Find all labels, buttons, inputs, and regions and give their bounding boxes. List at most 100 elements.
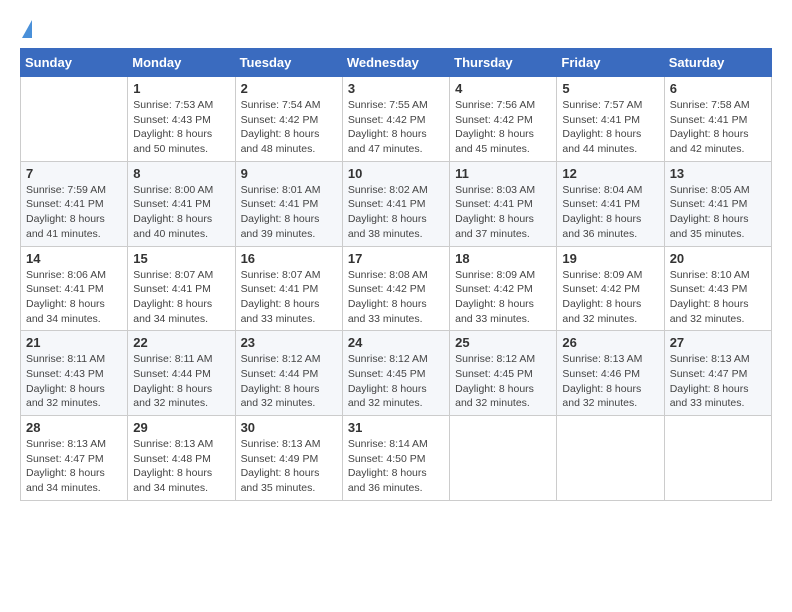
sunset-text: Sunset: 4:42 PM xyxy=(241,114,319,126)
calendar-cell: 19 Sunrise: 8:09 AM Sunset: 4:42 PM Dayl… xyxy=(557,246,664,331)
sunrise-text: Sunrise: 8:12 AM xyxy=(455,353,535,365)
sunset-text: Sunset: 4:49 PM xyxy=(241,453,319,465)
daylight-text: Daylight: 8 hours and 39 minutes. xyxy=(241,213,320,240)
sunset-text: Sunset: 4:47 PM xyxy=(670,368,748,380)
calendar-day-header: Friday xyxy=(557,49,664,77)
daylight-text: Daylight: 8 hours and 32 minutes. xyxy=(26,383,105,410)
day-info: Sunrise: 8:01 AM Sunset: 4:41 PM Dayligh… xyxy=(241,183,337,242)
day-info: Sunrise: 8:12 AM Sunset: 4:45 PM Dayligh… xyxy=(348,352,444,411)
sunrise-text: Sunrise: 7:56 AM xyxy=(455,99,535,111)
day-info: Sunrise: 7:59 AM Sunset: 4:41 PM Dayligh… xyxy=(26,183,122,242)
sunset-text: Sunset: 4:42 PM xyxy=(455,114,533,126)
daylight-text: Daylight: 8 hours and 50 minutes. xyxy=(133,128,212,155)
calendar-cell: 22 Sunrise: 8:11 AM Sunset: 4:44 PM Dayl… xyxy=(128,331,235,416)
daylight-text: Daylight: 8 hours and 36 minutes. xyxy=(348,467,427,494)
calendar-cell: 25 Sunrise: 8:12 AM Sunset: 4:45 PM Dayl… xyxy=(450,331,557,416)
day-info: Sunrise: 8:13 AM Sunset: 4:46 PM Dayligh… xyxy=(562,352,658,411)
sunrise-text: Sunrise: 8:13 AM xyxy=(133,438,213,450)
sunrise-text: Sunrise: 8:13 AM xyxy=(26,438,106,450)
daylight-text: Daylight: 8 hours and 32 minutes. xyxy=(241,383,320,410)
day-info: Sunrise: 8:11 AM Sunset: 4:43 PM Dayligh… xyxy=(26,352,122,411)
calendar-week-row: 21 Sunrise: 8:11 AM Sunset: 4:43 PM Dayl… xyxy=(21,331,772,416)
day-number: 31 xyxy=(348,420,444,435)
sunrise-text: Sunrise: 7:59 AM xyxy=(26,184,106,196)
calendar-cell: 14 Sunrise: 8:06 AM Sunset: 4:41 PM Dayl… xyxy=(21,246,128,331)
daylight-text: Daylight: 8 hours and 34 minutes. xyxy=(26,467,105,494)
day-number: 24 xyxy=(348,335,444,350)
day-number: 25 xyxy=(455,335,551,350)
day-number: 14 xyxy=(26,251,122,266)
sunrise-text: Sunrise: 8:05 AM xyxy=(670,184,750,196)
calendar-cell: 16 Sunrise: 8:07 AM Sunset: 4:41 PM Dayl… xyxy=(235,246,342,331)
day-number: 3 xyxy=(348,81,444,96)
daylight-text: Daylight: 8 hours and 33 minutes. xyxy=(455,298,534,325)
day-number: 21 xyxy=(26,335,122,350)
day-number: 26 xyxy=(562,335,658,350)
day-info: Sunrise: 8:10 AM Sunset: 4:43 PM Dayligh… xyxy=(670,268,766,327)
day-number: 29 xyxy=(133,420,229,435)
calendar-cell: 4 Sunrise: 7:56 AM Sunset: 4:42 PM Dayli… xyxy=(450,77,557,162)
calendar-cell: 26 Sunrise: 8:13 AM Sunset: 4:46 PM Dayl… xyxy=(557,331,664,416)
calendar-cell: 8 Sunrise: 8:00 AM Sunset: 4:41 PM Dayli… xyxy=(128,161,235,246)
calendar-cell: 28 Sunrise: 8:13 AM Sunset: 4:47 PM Dayl… xyxy=(21,416,128,501)
sunrise-text: Sunrise: 8:08 AM xyxy=(348,269,428,281)
sunrise-text: Sunrise: 7:54 AM xyxy=(241,99,321,111)
daylight-text: Daylight: 8 hours and 45 minutes. xyxy=(455,128,534,155)
calendar-cell: 7 Sunrise: 7:59 AM Sunset: 4:41 PM Dayli… xyxy=(21,161,128,246)
day-number: 16 xyxy=(241,251,337,266)
day-info: Sunrise: 8:13 AM Sunset: 4:47 PM Dayligh… xyxy=(670,352,766,411)
calendar-cell: 23 Sunrise: 8:12 AM Sunset: 4:44 PM Dayl… xyxy=(235,331,342,416)
logo xyxy=(20,20,32,38)
day-number: 17 xyxy=(348,251,444,266)
sunrise-text: Sunrise: 8:03 AM xyxy=(455,184,535,196)
sunrise-text: Sunrise: 7:58 AM xyxy=(670,99,750,111)
calendar-cell: 6 Sunrise: 7:58 AM Sunset: 4:41 PM Dayli… xyxy=(664,77,771,162)
day-number: 28 xyxy=(26,420,122,435)
day-info: Sunrise: 8:07 AM Sunset: 4:41 PM Dayligh… xyxy=(241,268,337,327)
daylight-text: Daylight: 8 hours and 40 minutes. xyxy=(133,213,212,240)
sunrise-text: Sunrise: 8:11 AM xyxy=(133,353,212,365)
calendar-cell: 31 Sunrise: 8:14 AM Sunset: 4:50 PM Dayl… xyxy=(342,416,449,501)
calendar-cell: 30 Sunrise: 8:13 AM Sunset: 4:49 PM Dayl… xyxy=(235,416,342,501)
sunset-text: Sunset: 4:48 PM xyxy=(133,453,211,465)
day-info: Sunrise: 7:58 AM Sunset: 4:41 PM Dayligh… xyxy=(670,98,766,157)
calendar-cell: 10 Sunrise: 8:02 AM Sunset: 4:41 PM Dayl… xyxy=(342,161,449,246)
calendar-cell: 2 Sunrise: 7:54 AM Sunset: 4:42 PM Dayli… xyxy=(235,77,342,162)
day-number: 7 xyxy=(26,166,122,181)
day-info: Sunrise: 7:57 AM Sunset: 4:41 PM Dayligh… xyxy=(562,98,658,157)
sunset-text: Sunset: 4:41 PM xyxy=(133,198,211,210)
day-number: 5 xyxy=(562,81,658,96)
calendar-cell: 15 Sunrise: 8:07 AM Sunset: 4:41 PM Dayl… xyxy=(128,246,235,331)
day-number: 18 xyxy=(455,251,551,266)
day-number: 1 xyxy=(133,81,229,96)
sunrise-text: Sunrise: 7:53 AM xyxy=(133,99,213,111)
day-number: 30 xyxy=(241,420,337,435)
day-info: Sunrise: 8:02 AM Sunset: 4:41 PM Dayligh… xyxy=(348,183,444,242)
daylight-text: Daylight: 8 hours and 34 minutes. xyxy=(133,298,212,325)
calendar-day-header: Wednesday xyxy=(342,49,449,77)
sunrise-text: Sunrise: 8:02 AM xyxy=(348,184,428,196)
daylight-text: Daylight: 8 hours and 32 minutes. xyxy=(562,298,641,325)
sunrise-text: Sunrise: 8:06 AM xyxy=(26,269,106,281)
daylight-text: Daylight: 8 hours and 36 minutes. xyxy=(562,213,641,240)
day-number: 11 xyxy=(455,166,551,181)
sunset-text: Sunset: 4:42 PM xyxy=(562,283,640,295)
sunset-text: Sunset: 4:41 PM xyxy=(562,198,640,210)
sunset-text: Sunset: 4:41 PM xyxy=(26,198,104,210)
daylight-text: Daylight: 8 hours and 32 minutes. xyxy=(455,383,534,410)
calendar-cell: 24 Sunrise: 8:12 AM Sunset: 4:45 PM Dayl… xyxy=(342,331,449,416)
calendar-cell: 29 Sunrise: 8:13 AM Sunset: 4:48 PM Dayl… xyxy=(128,416,235,501)
day-info: Sunrise: 8:14 AM Sunset: 4:50 PM Dayligh… xyxy=(348,437,444,496)
daylight-text: Daylight: 8 hours and 34 minutes. xyxy=(26,298,105,325)
sunset-text: Sunset: 4:41 PM xyxy=(455,198,533,210)
sunset-text: Sunset: 4:41 PM xyxy=(241,283,319,295)
day-info: Sunrise: 8:06 AM Sunset: 4:41 PM Dayligh… xyxy=(26,268,122,327)
page-header xyxy=(20,20,772,38)
sunset-text: Sunset: 4:41 PM xyxy=(133,283,211,295)
day-info: Sunrise: 7:55 AM Sunset: 4:42 PM Dayligh… xyxy=(348,98,444,157)
sunrise-text: Sunrise: 8:13 AM xyxy=(670,353,750,365)
sunrise-text: Sunrise: 8:01 AM xyxy=(241,184,321,196)
calendar-cell: 11 Sunrise: 8:03 AM Sunset: 4:41 PM Dayl… xyxy=(450,161,557,246)
daylight-text: Daylight: 8 hours and 33 minutes. xyxy=(241,298,320,325)
day-info: Sunrise: 8:13 AM Sunset: 4:48 PM Dayligh… xyxy=(133,437,229,496)
